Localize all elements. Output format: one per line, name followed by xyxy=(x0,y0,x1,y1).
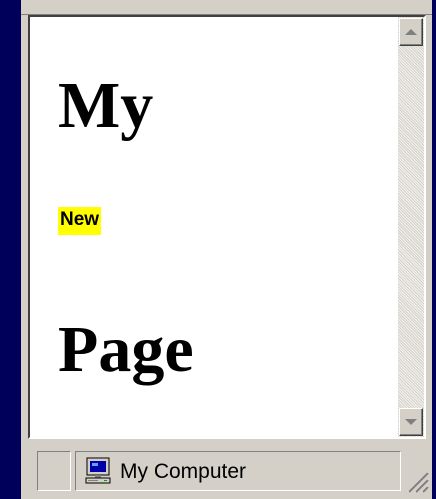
status-pane-empty xyxy=(37,451,71,491)
page-heading-second: Page xyxy=(58,313,194,386)
page-heading-first: My xyxy=(58,69,154,142)
page-content: My New Page xyxy=(30,17,398,437)
new-badge: New xyxy=(58,207,102,235)
scroll-up-button[interactable] xyxy=(399,18,423,46)
browser-window: My New Page My Computer xyxy=(21,0,432,499)
resize-grip-icon[interactable] xyxy=(403,467,429,493)
window-top-edge xyxy=(21,0,432,15)
content-frame: My New Page xyxy=(28,15,426,439)
zone-label: My Computer xyxy=(120,460,247,483)
computer-icon xyxy=(85,457,111,484)
status-bar: My Computer xyxy=(21,441,432,499)
scroll-down-button[interactable] xyxy=(399,408,423,436)
vertical-scrollbar[interactable] xyxy=(398,17,424,437)
arrow-down-icon xyxy=(405,419,417,425)
arrow-up-icon xyxy=(405,29,417,35)
status-pane-zone: My Computer xyxy=(75,451,401,491)
